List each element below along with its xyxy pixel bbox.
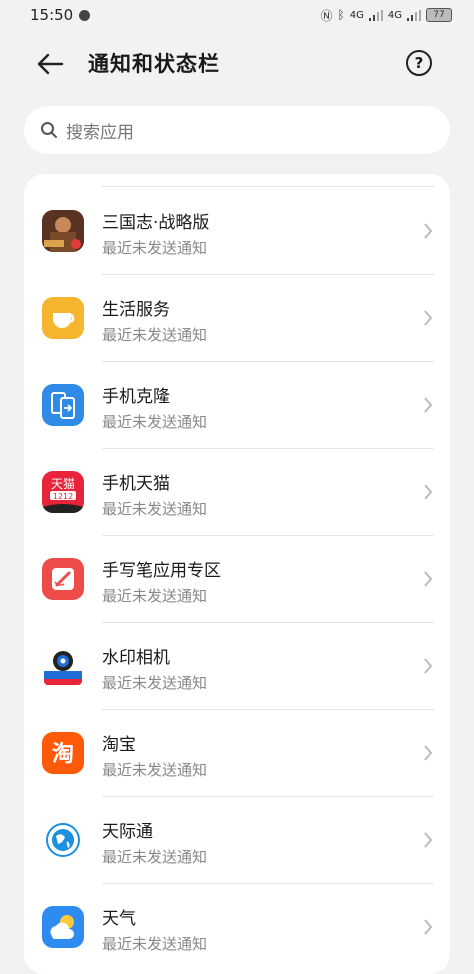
globe-icon (42, 819, 84, 861)
status-left: 15:50 (30, 6, 91, 24)
list-item-life-service[interactable]: 生活服务 最近未发送通知 (24, 275, 450, 362)
list-item-stylus-zone[interactable]: 手写笔应用专区 最近未发送通知 (24, 536, 450, 623)
list-item-weather[interactable]: 天气 最近未发送通知 (24, 884, 450, 971)
app-notification-status: 最近未发送通知 (102, 935, 208, 953)
status-right: Ⓝ ᛒ 4G 4G 77 (321, 7, 452, 24)
list-item-phone-clone[interactable]: 手机克隆 最近未发送通知 (24, 362, 450, 449)
list-item-tianjitong[interactable]: 天际通 最近未发送通知 (24, 797, 450, 884)
app-name: 水印相机 (102, 648, 170, 668)
app-name: 手写笔应用专区 (102, 561, 221, 581)
svg-text:天猫: 天猫 (51, 477, 75, 491)
app-name: 三国志·战略版 (102, 213, 210, 233)
chevron-right-icon (424, 832, 433, 848)
nfc-icon: Ⓝ (320, 8, 333, 23)
help-icon: ? (414, 54, 424, 72)
app-notification-status: 最近未发送通知 (102, 761, 208, 779)
chevron-right-icon (424, 658, 433, 674)
signal-bars-icon-2 (407, 9, 421, 21)
app-name: 淘宝 (102, 735, 136, 755)
chevron-right-icon (424, 571, 433, 587)
pen-icon (42, 558, 84, 600)
help-button[interactable]: ? (406, 50, 432, 76)
app-name: 天际通 (102, 822, 153, 842)
phone-clone-icon (42, 384, 84, 426)
message-notification-icon (79, 9, 91, 21)
bluetooth-icon: ᛒ (337, 8, 345, 22)
chevron-right-icon (424, 397, 433, 413)
back-button[interactable] (36, 50, 70, 78)
chevron-right-icon (424, 919, 433, 935)
list-item-sanguozhi[interactable]: 三国志·战略版 最近未发送通知 (24, 188, 450, 275)
app-notification-status: 最近未发送通知 (102, 413, 208, 431)
chevron-right-icon (424, 484, 433, 500)
app-notification-status: 最近未发送通知 (102, 239, 208, 257)
weather-icon (42, 906, 84, 948)
app-notification-status: 最近未发送通知 (102, 587, 208, 605)
chevron-right-icon (424, 223, 433, 239)
app-notification-status: 最近未发送通知 (102, 848, 208, 866)
cup-icon (42, 297, 84, 339)
page-title: 通知和状态栏 (88, 52, 220, 76)
status-time: 15:50 (30, 6, 74, 24)
app-notification-status: 最近未发送通知 (102, 326, 208, 344)
sanguozhi-game-icon (42, 210, 84, 252)
signal-4g-icon-2: 4G (387, 9, 402, 21)
list-item-tmall[interactable]: 天猫 1212 手机天猫 最近未发送通知 (24, 449, 450, 536)
arrow-left-icon (37, 53, 64, 75)
tmall-icon: 天猫 1212 (42, 471, 84, 513)
list-item-watermark-camera[interactable]: 水印相机 最近未发送通知 (24, 623, 450, 710)
taobao-icon: 淘 (42, 732, 84, 774)
signal-4g-icon: 4G (349, 9, 364, 21)
chevron-right-icon (424, 310, 433, 326)
search-input[interactable]: 搜索应用 (24, 106, 450, 154)
search-icon (41, 122, 57, 138)
svg-text:淘: 淘 (52, 741, 74, 767)
app-notification-status: 最近未发送通知 (102, 500, 208, 518)
signal-bars-icon (368, 9, 383, 21)
svg-text:1212: 1212 (53, 492, 73, 501)
divider (102, 186, 434, 187)
app-name: 天气 (102, 909, 136, 929)
app-name: 手机克隆 (102, 387, 170, 407)
chevron-right-icon (424, 745, 433, 761)
list-item-taobao[interactable]: 淘 淘宝 最近未发送通知 (24, 710, 450, 797)
status-bar: 15:50 Ⓝ ᛒ 4G 4G 77 (0, 0, 474, 30)
app-name: 生活服务 (102, 300, 170, 320)
app-list: 三国志·战略版 最近未发送通知 生活服务 最近未发送通知 手机克隆 最近未发送通… (24, 174, 450, 974)
camera-icon (42, 645, 84, 687)
app-name: 手机天猫 (102, 474, 170, 494)
search-placeholder: 搜索应用 (66, 122, 134, 143)
app-notification-status: 最近未发送通知 (102, 674, 208, 692)
battery-icon: 77 (426, 8, 452, 22)
header: 通知和状态栏 ? (0, 38, 474, 90)
